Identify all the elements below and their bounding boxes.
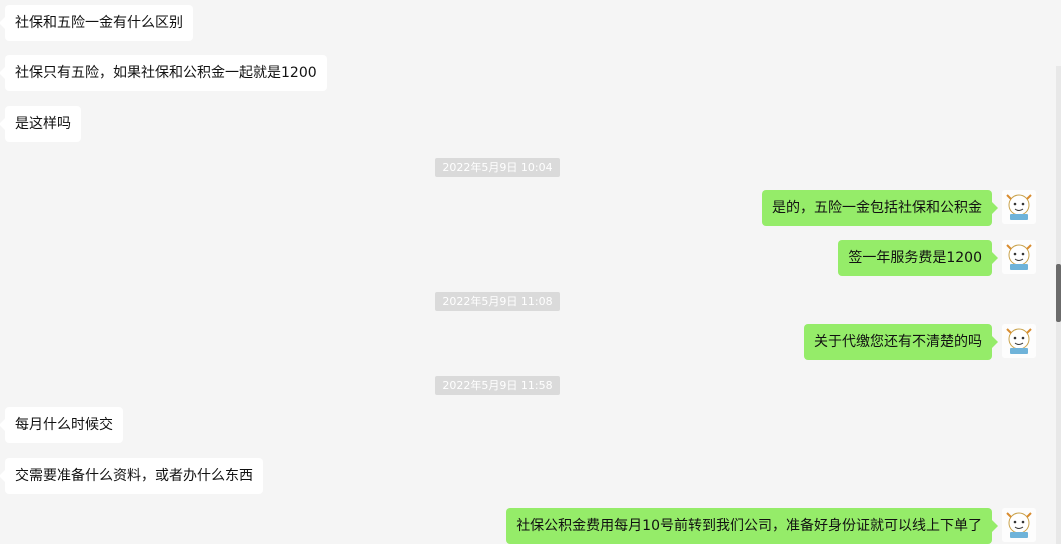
avatar[interactable] (1002, 240, 1036, 274)
cartoon-avatar-icon (1002, 324, 1036, 358)
timestamp: 2022年5月9日 11:58 (435, 376, 560, 395)
vertical-scrollbar[interactable] (1056, 66, 1061, 544)
message-incoming[interactable]: 社保和五险一金有什么区别 (0, 5, 193, 41)
message-outgoing[interactable]: 签一年服务费是1200 (838, 240, 998, 276)
chat-message-list[interactable]: 社保和五险一金有什么区别 社保只有五险，如果社保和公积金一起就是1200 是这样… (0, 0, 1056, 544)
message-incoming[interactable]: 交需要准备什么资料，或者办什么东西 (0, 458, 263, 494)
message-outgoing[interactable]: 社保公积金费用每月10号前转到我们公司，准备好身份证就可以线上下单了 (506, 508, 998, 544)
message-incoming[interactable]: 社保只有五险，如果社保和公积金一起就是1200 (0, 55, 327, 91)
message-incoming[interactable]: 每月什么时候交 (0, 407, 123, 443)
avatar[interactable] (1002, 190, 1036, 224)
message-incoming[interactable]: 是这样吗 (0, 106, 81, 142)
message-outgoing[interactable]: 是的，五险一金包括社保和公积金 (762, 190, 998, 226)
scrollbar-thumb[interactable] (1056, 264, 1061, 322)
timestamp: 2022年5月9日 11:08 (435, 292, 560, 311)
cartoon-avatar-icon (1002, 240, 1036, 274)
cartoon-avatar-icon (1002, 508, 1036, 542)
message-outgoing[interactable]: 关于代缴您还有不清楚的吗 (804, 324, 998, 360)
timestamp: 2022年5月9日 10:04 (435, 158, 560, 177)
cartoon-avatar-icon (1002, 190, 1036, 224)
avatar[interactable] (1002, 508, 1036, 542)
avatar[interactable] (1002, 324, 1036, 358)
